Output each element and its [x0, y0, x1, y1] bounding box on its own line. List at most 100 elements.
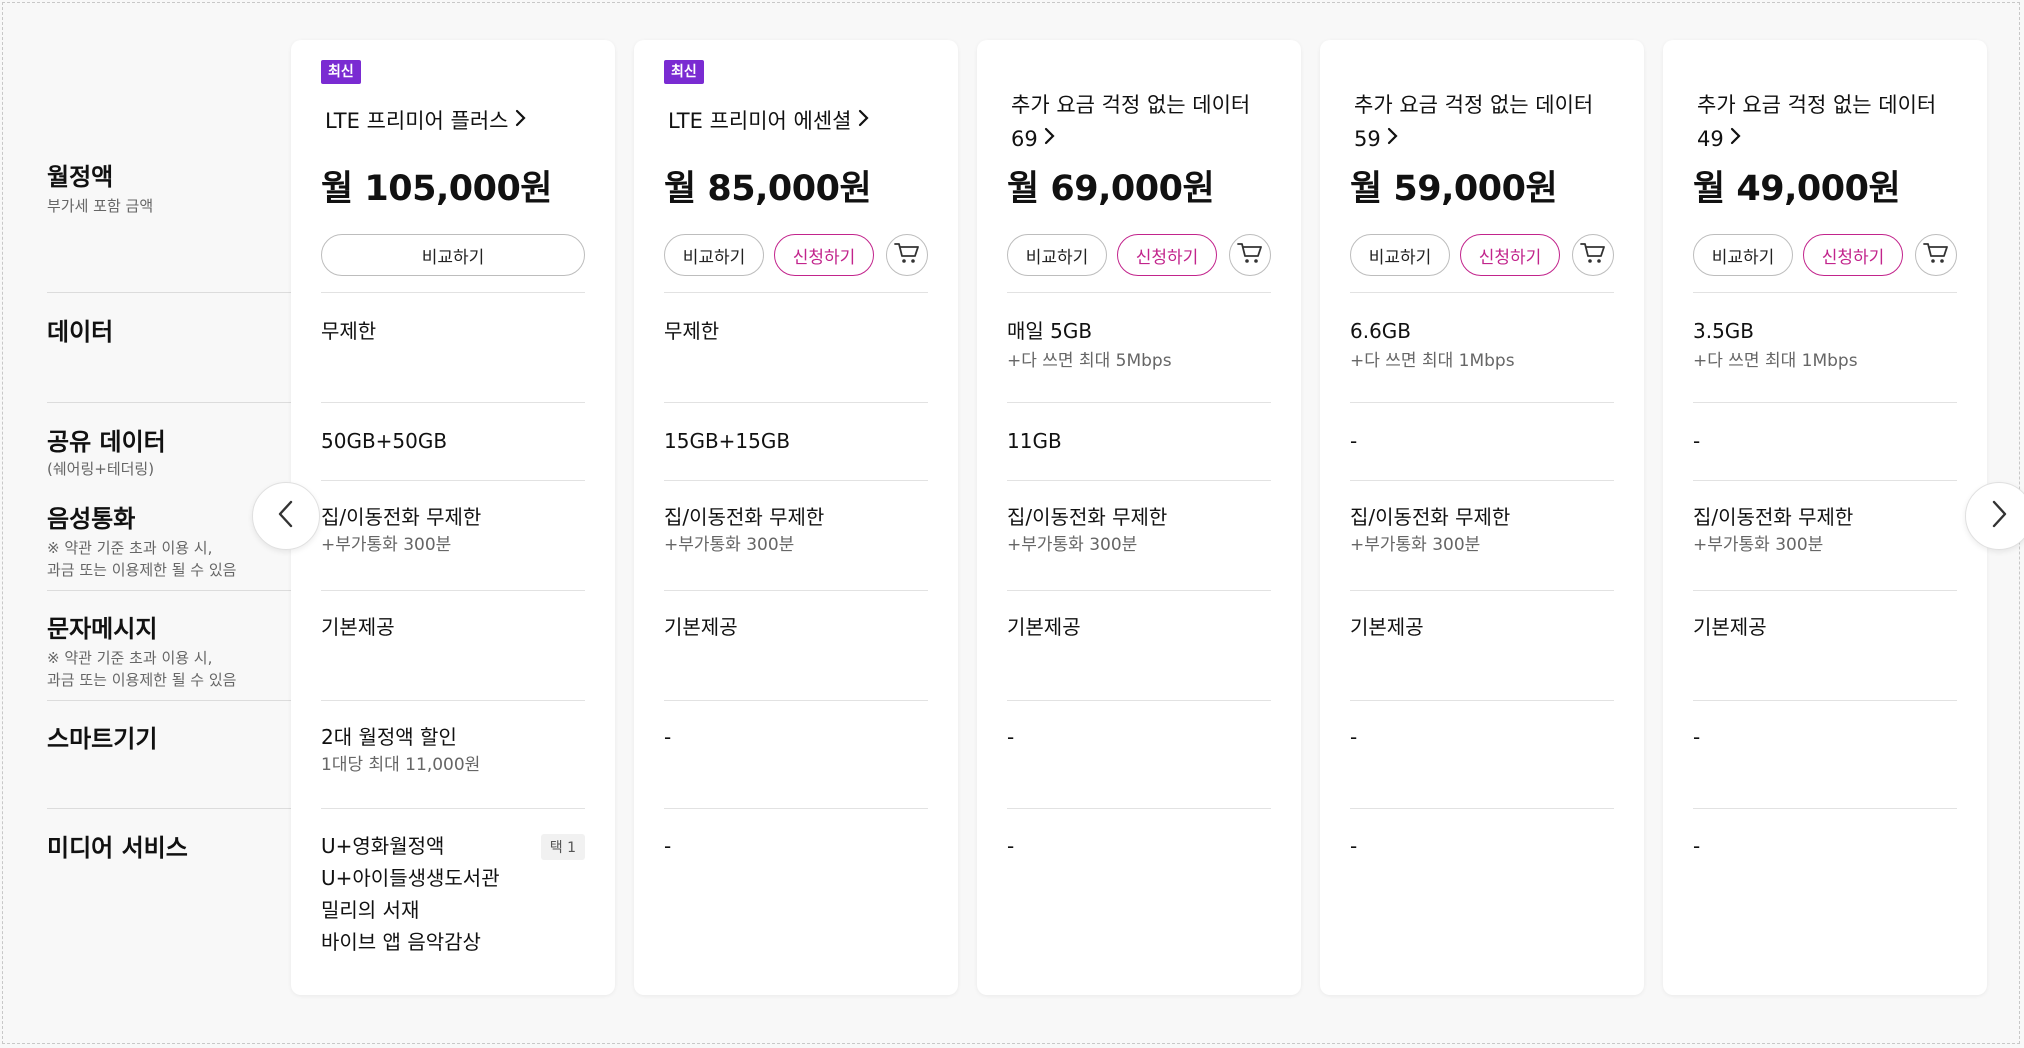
row-divider: [1693, 700, 1957, 701]
sms-cell: 기본제공: [664, 612, 928, 642]
row-divider: [1350, 480, 1614, 481]
media-item: -: [1007, 834, 1015, 858]
smart-device-subvalue: 1대당 최대 11,000원: [321, 755, 481, 775]
chevron-right-icon: [1044, 121, 1056, 155]
row-divider: [321, 590, 585, 591]
row-label-media: 미디어 서비스: [47, 832, 293, 864]
sms-value: 기본제공: [1350, 615, 1424, 639]
voice-value: 집/이동전화 무제한: [664, 505, 825, 529]
cart-button[interactable]: [1572, 234, 1614, 276]
voice-value: 집/이동전화 무제한: [321, 505, 482, 529]
apply-button[interactable]: 신청하기: [1460, 234, 1560, 276]
row-divider: [1007, 402, 1271, 403]
row-label-sub-line: (쉐어링+테더링): [47, 460, 155, 478]
plan-card-1: 최신 LTE 프리미어 플러스 월 105,000원 비교하기 무제한 50GB…: [291, 40, 615, 995]
apply-button[interactable]: 신청하기: [774, 234, 874, 276]
data-cell: 6.6GB +다 쓰면 최대 1Mbps: [1350, 316, 1614, 374]
prev-button[interactable]: [252, 482, 320, 550]
media-list: -: [1007, 830, 1271, 862]
plan-name-link[interactable]: 추가 요금 걱정 없는 데이터 59: [1354, 88, 1614, 156]
data-value: 매일 5GB: [1007, 319, 1093, 343]
plan-actions: 비교하기: [321, 234, 585, 278]
smart-device-cell: -: [1350, 722, 1614, 752]
cart-button[interactable]: [1915, 234, 1957, 276]
next-button[interactable]: [1965, 482, 2024, 550]
data-value: 3.5GB: [1693, 319, 1755, 343]
row-label-price: 월정액 부가세 포함 금액: [47, 161, 293, 217]
plan-name-line: 추가 요금 걱정 없는 데이터: [1354, 93, 1594, 117]
row-divider: [1007, 808, 1271, 809]
row-label-title: 월정액: [47, 163, 114, 191]
plan-name-line: 추가 요금 걱정 없는 데이터: [1697, 93, 1937, 117]
data-value: 6.6GB: [1350, 319, 1412, 343]
row-divider: [664, 700, 928, 701]
media-item: -: [664, 834, 672, 858]
row-divider: [1007, 292, 1271, 293]
cart-icon: [1923, 241, 1949, 270]
apply-button[interactable]: 신청하기: [1803, 234, 1903, 276]
voice-subvalue: +부가통화 300분: [664, 535, 795, 555]
voice-subvalue: +부가통화 300분: [321, 535, 452, 555]
monthly-price: 월 105,000원: [321, 169, 553, 209]
plan-name-link[interactable]: 추가 요금 걱정 없는 데이터 69: [1011, 88, 1271, 156]
smart-device-cell: -: [1693, 722, 1957, 752]
row-divider: [664, 292, 928, 293]
row-divider: [664, 590, 928, 591]
chevron-right-icon: [858, 103, 870, 137]
sms-value: 기본제공: [664, 615, 738, 639]
row-divider: [1007, 700, 1271, 701]
row-label-title: 미디어 서비스: [47, 834, 188, 862]
data-cell: 매일 5GB +다 쓰면 최대 5Mbps: [1007, 316, 1271, 374]
row-label-sub-line: ※ 약관 기준 초과 이용 시,: [47, 539, 213, 557]
row-divider: [664, 480, 928, 481]
sms-cell: 기본제공: [1350, 612, 1614, 642]
data-subvalue: +다 쓰면 최대 5Mbps: [1007, 351, 1172, 371]
new-badge: 최신: [664, 60, 704, 84]
new-badge: 최신: [321, 60, 361, 84]
voice-subvalue: +부가통화 300분: [1693, 535, 1824, 555]
cart-button[interactable]: [1229, 234, 1271, 276]
row-divider: [321, 292, 585, 293]
compare-button[interactable]: 비교하기: [1693, 234, 1793, 276]
cart-button[interactable]: [886, 234, 928, 276]
row-divider: [1350, 590, 1614, 591]
monthly-price: 월 69,000원: [1007, 169, 1215, 209]
sms-cell: 기본제공: [321, 612, 585, 642]
shared-data-cell: 50GB+50GB: [321, 426, 585, 456]
voice-cell: 집/이동전화 무제한 +부가통화 300분: [1350, 502, 1614, 558]
sms-value: 기본제공: [1693, 615, 1767, 639]
row-label-sub: ※ 약관 기준 초과 이용 시, 과금 또는 이용제한 될 수 있음: [47, 647, 293, 691]
media-cell: -: [1693, 830, 1957, 862]
row-divider: [321, 808, 585, 809]
row-label-title: 공유 데이터: [47, 428, 166, 456]
row-divider: [1693, 808, 1957, 809]
plan-name-link[interactable]: LTE 프리미어 플러스: [325, 104, 585, 138]
plan-actions: 비교하기 신청하기: [664, 234, 928, 278]
shared-data-cell: -: [1693, 426, 1957, 456]
row-divider: [321, 402, 585, 403]
plan-name-link[interactable]: 추가 요금 걱정 없는 데이터 49: [1697, 88, 1957, 156]
compare-button[interactable]: 비교하기: [1007, 234, 1107, 276]
row-divider: [1693, 402, 1957, 403]
compare-button[interactable]: 비교하기: [664, 234, 764, 276]
voice-cell: 집/이동전화 무제한 +부가통화 300분: [664, 502, 928, 558]
media-item: -: [1350, 834, 1358, 858]
row-label-sub: 부가세 포함 금액: [47, 195, 293, 217]
row-divider: [664, 402, 928, 403]
row-label-smart: 스마트기기: [47, 723, 293, 755]
shared-data-value: -: [1350, 429, 1358, 453]
media-list: -: [1693, 830, 1957, 862]
plan-name-link[interactable]: LTE 프리미어 에센셜: [668, 104, 928, 138]
row-label-sub: (쉐어링+테더링): [47, 458, 293, 480]
data-cell: 3.5GB +다 쓰면 최대 1Mbps: [1693, 316, 1957, 374]
sms-value: 기본제공: [1007, 615, 1081, 639]
plan-actions: 비교하기 신청하기: [1350, 234, 1614, 278]
compare-button[interactable]: 비교하기: [1350, 234, 1450, 276]
data-cell: 무제한: [664, 316, 928, 346]
apply-button[interactable]: 신청하기: [1117, 234, 1217, 276]
shared-data-value: -: [1693, 429, 1701, 453]
data-value: 무제한: [321, 319, 377, 343]
compare-button[interactable]: 비교하기: [321, 234, 585, 276]
voice-cell: 집/이동전화 무제한 +부가통화 300분: [1693, 502, 1957, 558]
shared-data-value: 50GB+50GB: [321, 429, 448, 453]
